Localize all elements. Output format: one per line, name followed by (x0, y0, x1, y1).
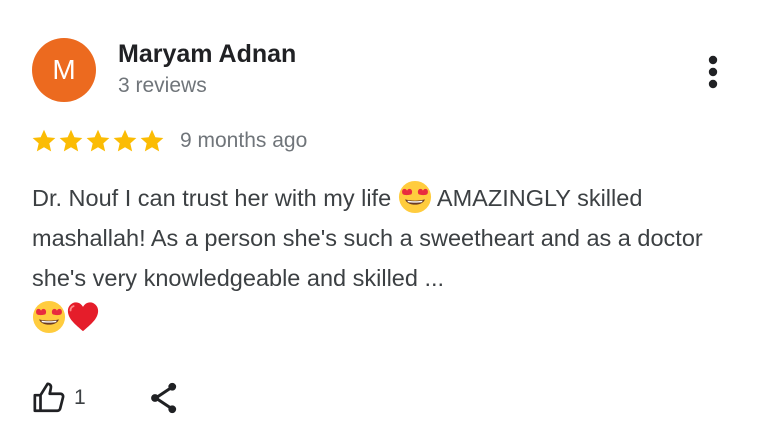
star-icon (59, 129, 83, 152)
rating-row: 9 months ago (31, 124, 307, 158)
heart-eyes-emoji (398, 180, 432, 214)
like-count: 1 (74, 386, 86, 409)
review-time: 9 months ago (180, 129, 308, 152)
heart-eyes-emoji (32, 300, 66, 334)
share-button[interactable] (146, 380, 182, 416)
star-icon (113, 129, 137, 152)
avatar[interactable]: M (32, 38, 96, 102)
review-text-part: Dr. Nouf I can trust her with my life (32, 185, 398, 211)
review-text[interactable]: Dr. Nouf I can trust her with my life AM… (32, 178, 742, 338)
thumbs-up-icon (33, 382, 65, 413)
red-heart-emoji (66, 300, 100, 334)
more-options-button[interactable] (696, 52, 730, 92)
share-icon (150, 382, 176, 414)
star-rating (31, 128, 166, 154)
review-actions: 1 (32, 376, 182, 420)
more-vertical-icon (708, 55, 718, 89)
star-icon (86, 129, 110, 152)
avatar-initial: M (52, 54, 76, 85)
like-button[interactable]: 1 (32, 381, 86, 415)
star-icon (140, 129, 164, 152)
author-name[interactable]: Maryam Adnan (118, 40, 296, 69)
author-review-count[interactable]: 3 reviews (118, 74, 207, 98)
star-icon (32, 129, 56, 152)
